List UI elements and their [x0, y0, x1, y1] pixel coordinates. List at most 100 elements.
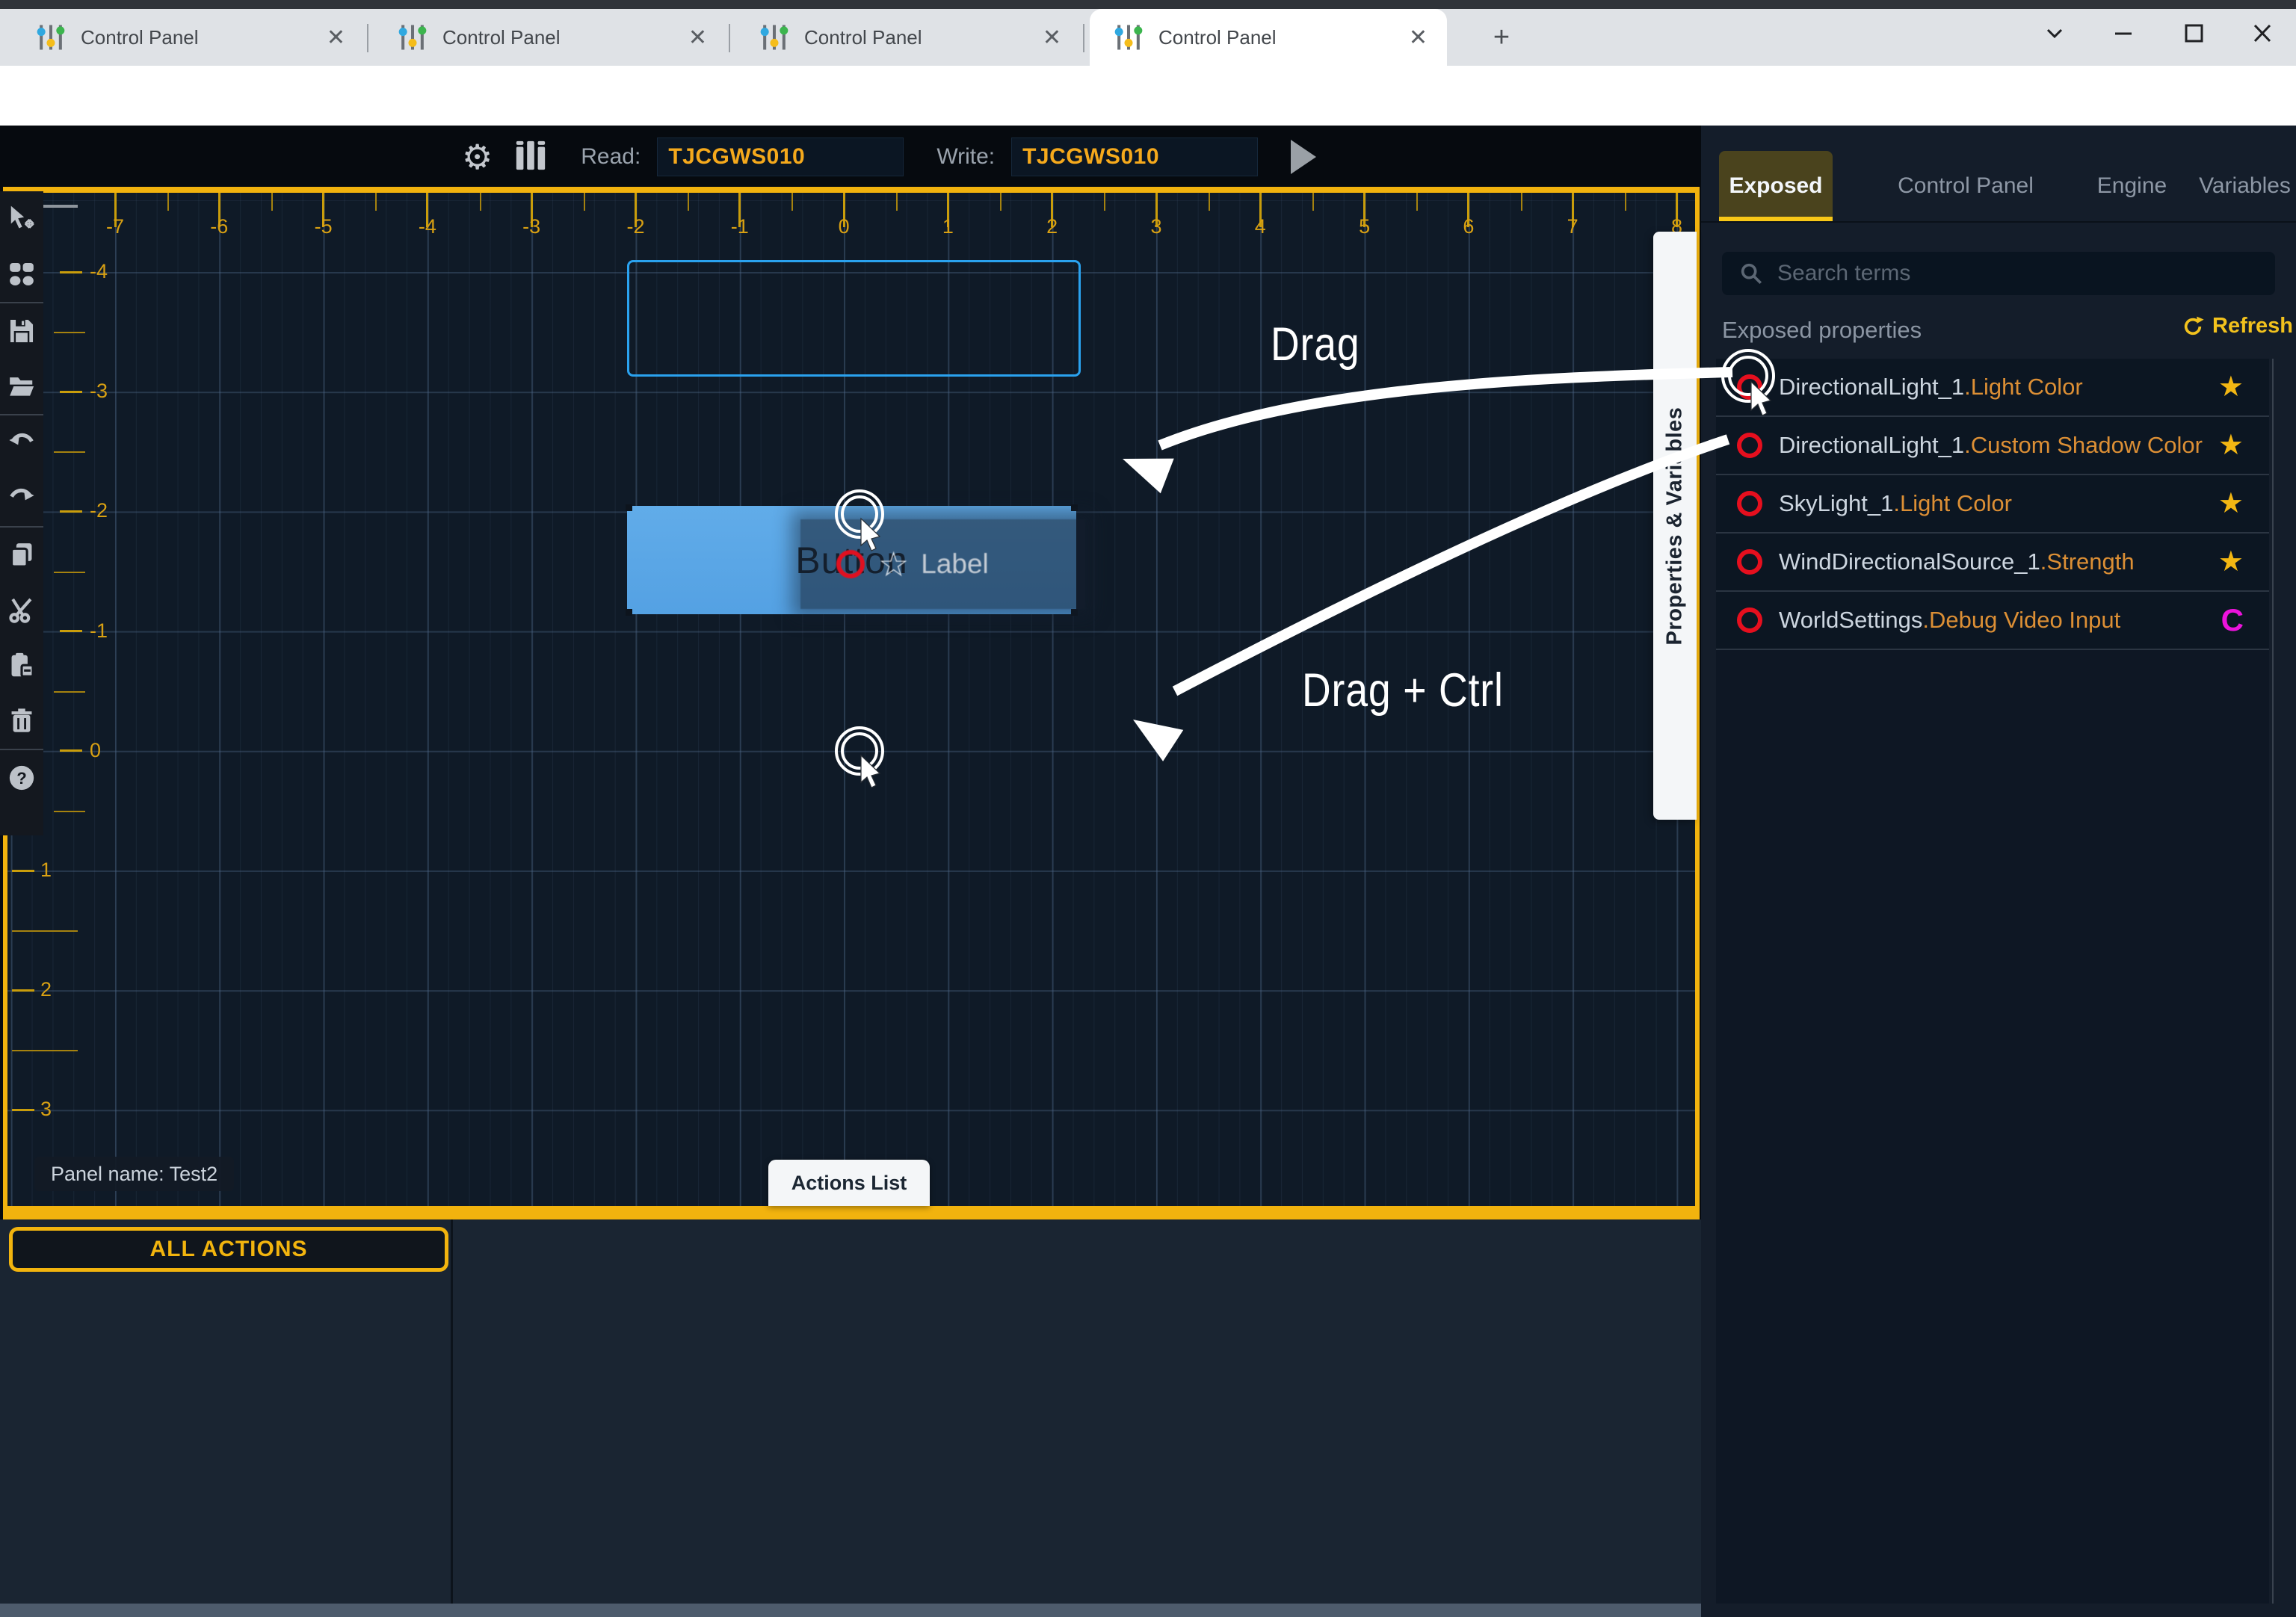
tab-close-icon[interactable]: ✕	[1043, 25, 1061, 51]
screen: Control Panel✕Control Panel✕Control Pane…	[0, 0, 2296, 1617]
resize-handle[interactable]	[626, 609, 632, 616]
ruler-halftick	[1209, 193, 1210, 211]
property-row[interactable]: SkyLight_1Light Color★	[1716, 475, 2269, 534]
property-name: Light Color	[1964, 374, 2083, 401]
exposed-properties-title: Exposed properties	[1722, 317, 1922, 344]
browser-tab-3[interactable]: Control Panel✕	[735, 9, 1081, 66]
tab-title: Control Panel	[81, 26, 327, 49]
play-icon[interactable]	[1291, 140, 1316, 174]
vertical-tab-label: Properties & Variables	[1663, 406, 1688, 645]
help-icon[interactable]: ?	[0, 750, 43, 806]
panels-layout-icon[interactable]	[513, 138, 548, 176]
tab-engine[interactable]: Engine	[2085, 151, 2179, 221]
copy-icon[interactable]	[0, 528, 43, 583]
refresh-icon	[2181, 315, 2205, 338]
browser-tab-1[interactable]: Control Panel✕	[12, 9, 365, 66]
property-row[interactable]: DirectionalLight_1Custom Shadow Color★	[1716, 417, 2269, 475]
ruler-number: 0	[818, 215, 870, 238]
tab-title: Control Panel	[804, 26, 1043, 49]
favorite-star-icon[interactable]: ★	[2218, 431, 2244, 460]
ruler-number: 4	[1234, 215, 1286, 238]
property-ring-icon[interactable]	[1737, 607, 1762, 633]
resize-handle[interactable]	[1071, 504, 1078, 511]
tab-search-chevron-icon[interactable]	[2036, 18, 2073, 48]
tab-close-icon[interactable]: ✕	[1409, 25, 1428, 51]
minimize-button[interactable]	[2105, 18, 2142, 48]
all-actions-button[interactable]: ALL ACTIONS	[9, 1227, 448, 1272]
new-tab-button[interactable]: +	[1484, 21, 1519, 55]
property-row[interactable]: WorldSettingsDebug Video Input C	[1716, 592, 2269, 650]
ruler-number: -5	[297, 215, 350, 238]
browser-tab-4[interactable]: Control Panel✕	[1090, 9, 1447, 66]
ruler-tick	[60, 271, 82, 273]
property-ring-icon[interactable]	[1737, 549, 1762, 575]
refresh-button[interactable]: Refresh	[2181, 314, 2293, 338]
tab-close-icon[interactable]: ✕	[688, 25, 707, 51]
drag-ghost: ☆ Label	[800, 519, 1085, 609]
scroll-gutter	[2272, 359, 2274, 1604]
ruler-halftick	[54, 572, 85, 573]
ruler-tick	[60, 391, 82, 393]
property-ring-icon[interactable]	[1737, 491, 1762, 516]
search-box[interactable]	[1722, 252, 2275, 295]
undo-icon[interactable]	[0, 415, 43, 471]
resize-handle[interactable]	[626, 504, 632, 511]
close-button[interactable]	[2244, 18, 2281, 48]
tab-control-panel[interactable]: Control Panel	[1883, 151, 2048, 221]
property-owner: DirectionalLight_1	[1779, 374, 1964, 401]
paste-icon[interactable]	[0, 638, 43, 693]
trash-icon[interactable]	[0, 693, 43, 749]
window-frame-edge	[0, 0, 2296, 9]
ghost-star-icon: ☆	[878, 547, 909, 581]
property-row[interactable]: DirectionalLight_1Light Color ★	[1716, 359, 2269, 417]
property-ring-icon[interactable]	[1737, 374, 1762, 400]
property-name: Light Color	[1893, 490, 2012, 517]
ruler-number: -3	[505, 215, 558, 238]
actions-panel-divider	[451, 1219, 453, 1604]
drop-target-rect[interactable]	[627, 260, 1081, 377]
tab-close-icon[interactable]: ✕	[327, 25, 345, 51]
ruler-halftick	[1625, 193, 1626, 211]
search-input[interactable]	[1776, 260, 2227, 287]
ruler-halftick	[271, 193, 273, 211]
properties-variables-vertical-tab[interactable]: Properties & Variables	[1653, 232, 1697, 820]
maximize-button[interactable]	[2175, 18, 2212, 48]
tab-title: Control Panel	[1158, 26, 1409, 49]
cut-icon[interactable]	[0, 583, 43, 638]
ruler-number: 0	[90, 739, 101, 762]
read-input[interactable]	[657, 137, 904, 176]
settings-gear-icon[interactable]: ⚙	[462, 140, 493, 174]
save-icon[interactable]	[0, 303, 43, 359]
favorite-star-icon[interactable]: ★	[2218, 373, 2244, 401]
search-icon	[1738, 261, 1764, 286]
svg-text:?: ?	[16, 769, 27, 788]
ruler-halftick	[896, 193, 898, 211]
redo-icon[interactable]	[0, 471, 43, 526]
ruler-number: -3	[90, 380, 108, 403]
favorite-star-icon[interactable]: ★	[2218, 548, 2244, 576]
open-icon[interactable]	[0, 359, 43, 414]
ruler-tick	[12, 870, 34, 872]
property-ring-icon[interactable]	[1737, 433, 1762, 458]
tab-exposed[interactable]: Exposed	[1719, 151, 1833, 221]
ruler-number: -2	[90, 499, 108, 522]
drag-annotation: Drag	[1271, 318, 1360, 371]
ruler-halftick	[1416, 193, 1418, 211]
panel-name-badge: Panel name: Test2	[34, 1157, 234, 1191]
widgets-icon[interactable]	[0, 247, 43, 302]
resize-handle[interactable]	[1071, 609, 1078, 616]
write-input[interactable]	[1011, 137, 1258, 176]
write-label: Write:	[936, 144, 995, 170]
property-owner: WorldSettings	[1779, 607, 1922, 634]
actions-list-tab[interactable]: Actions List	[768, 1160, 930, 1206]
property-row[interactable]: WindDirectionalSource_1Strength★	[1716, 534, 2269, 592]
tab-variables[interactable]: Variables	[2194, 151, 2296, 221]
favorite-star-icon[interactable]: ★	[2218, 489, 2244, 518]
ruler-halftick	[54, 451, 85, 453]
property-name: Debug Video Input	[1922, 607, 2120, 634]
pointer-move-icon[interactable]	[0, 191, 43, 247]
c-badge[interactable]: C	[2221, 605, 2244, 636]
ruler-tick	[60, 630, 82, 632]
browser-tab-2[interactable]: Control Panel✕	[374, 9, 726, 66]
ruler-halftick	[1312, 193, 1314, 211]
